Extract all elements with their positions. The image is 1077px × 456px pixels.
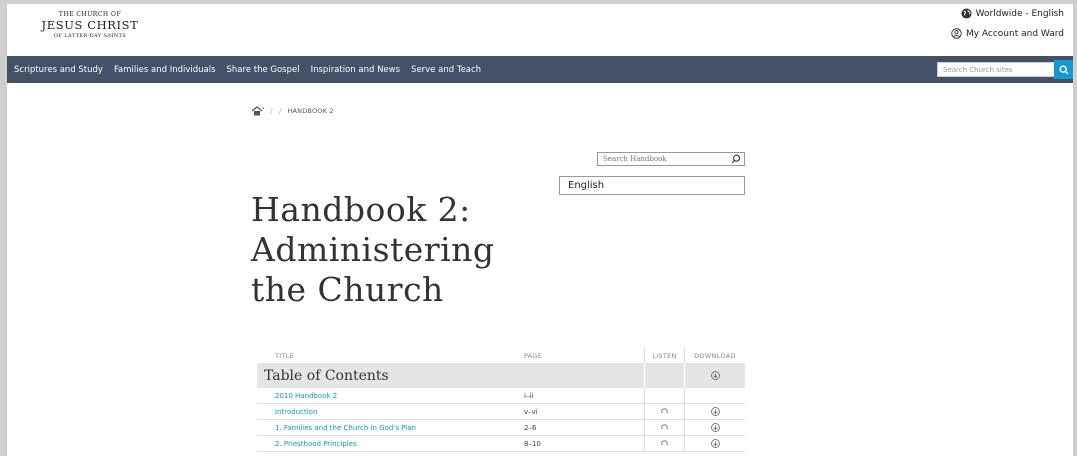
page-title-line-1: Handbook 2: — [251, 190, 471, 229]
home-icon[interactable] — [251, 106, 264, 116]
page: THE CHURCH OF JESUS CHRIST OF LATTER-DAY… — [7, 4, 1073, 456]
row-title-link[interactable]: Introduction — [257, 408, 524, 416]
header-download: DOWNLOAD — [684, 347, 745, 363]
header-page: PAGE — [524, 352, 543, 360]
page-title-line-2: Administering — [251, 230, 495, 269]
section-title: Table of Contents — [264, 367, 389, 384]
breadcrumb-current: HANDBOOK 2 — [287, 107, 334, 115]
table-row: 2. Priesthood Principles 8–10 — [257, 435, 745, 452]
header-title: TITLE — [275, 352, 295, 360]
headphones-icon[interactable] — [660, 439, 669, 448]
row-page: i–ii — [524, 391, 534, 400]
language-label: Worldwide - English — [975, 8, 1064, 19]
language-link[interactable]: Worldwide - English — [961, 8, 1064, 19]
section-header: Table of Contents — [257, 363, 745, 388]
globe-icon — [961, 8, 972, 19]
page-title: Handbook 2: Administering the Church — [251, 190, 571, 310]
breadcrumb-separator: / — [278, 106, 282, 116]
search-icon — [1059, 65, 1068, 74]
language-select[interactable]: English — [559, 176, 745, 195]
page-title-line-3: the Church — [251, 270, 444, 309]
row-title-link[interactable]: 2010 Handbook 2 — [257, 392, 524, 400]
download-icon[interactable] — [710, 407, 720, 416]
row-page: v–vi — [524, 407, 538, 416]
header: THE CHURCH OF JESUS CHRIST OF LATTER-DAY… — [7, 4, 1073, 56]
user-icon — [951, 28, 962, 39]
site-search-button[interactable] — [1054, 60, 1073, 79]
nav-item-scriptures[interactable]: Scriptures and Study — [14, 65, 103, 75]
download-icon[interactable] — [710, 371, 720, 380]
nav-item-share-gospel[interactable]: Share the Gospel — [227, 65, 300, 75]
row-page: 2–6 — [524, 423, 537, 432]
nav-item-serve-teach[interactable]: Serve and Teach — [411, 65, 481, 75]
row-title-link[interactable]: 2. Priesthood Principles — [257, 440, 524, 448]
table-row: 1. Families and the Church in God's Plan… — [257, 419, 745, 436]
nav-item-inspiration[interactable]: Inspiration and News — [311, 65, 400, 75]
row-title-link[interactable]: 1. Families and the Church in God's Plan — [257, 424, 524, 432]
table-row: Introduction v–vi — [257, 403, 745, 420]
row-page: 8–10 — [524, 439, 541, 448]
search-icon[interactable] — [731, 154, 741, 164]
headphones-icon[interactable] — [660, 407, 669, 416]
breadcrumb: / / HANDBOOK 2 — [251, 106, 334, 116]
contents-table: TITLE PAGE LISTEN DOWNLOAD Table of Cont… — [257, 347, 745, 452]
download-icon[interactable] — [710, 439, 720, 448]
site-search-input[interactable]: Search Church sites — [937, 62, 1060, 77]
breadcrumb-separator: / — [270, 106, 273, 116]
table-header: TITLE PAGE LISTEN DOWNLOAD — [257, 347, 745, 363]
account-link[interactable]: My Account and Ward — [951, 28, 1064, 39]
nav-item-families[interactable]: Families and Individuals — [114, 65, 216, 75]
account-label: My Account and Ward — [965, 28, 1064, 39]
logo-line-2: JESUS CHRIST — [41, 18, 139, 32]
main-nav: Scriptures and Study Families and Indivi… — [7, 56, 1073, 83]
header-listen: LISTEN — [644, 347, 684, 363]
table-row: 2010 Handbook 2 i–ii — [257, 387, 745, 404]
handbook-search-input[interactable]: Search Handbook — [597, 152, 745, 166]
headphones-icon[interactable] — [660, 423, 669, 432]
logo-line-3: OF LATTER-DAY SAINTS — [53, 32, 127, 39]
church-logo[interactable]: THE CHURCH OF JESUS CHRIST OF LATTER-DAY… — [35, 12, 145, 39]
download-icon[interactable] — [710, 423, 720, 432]
